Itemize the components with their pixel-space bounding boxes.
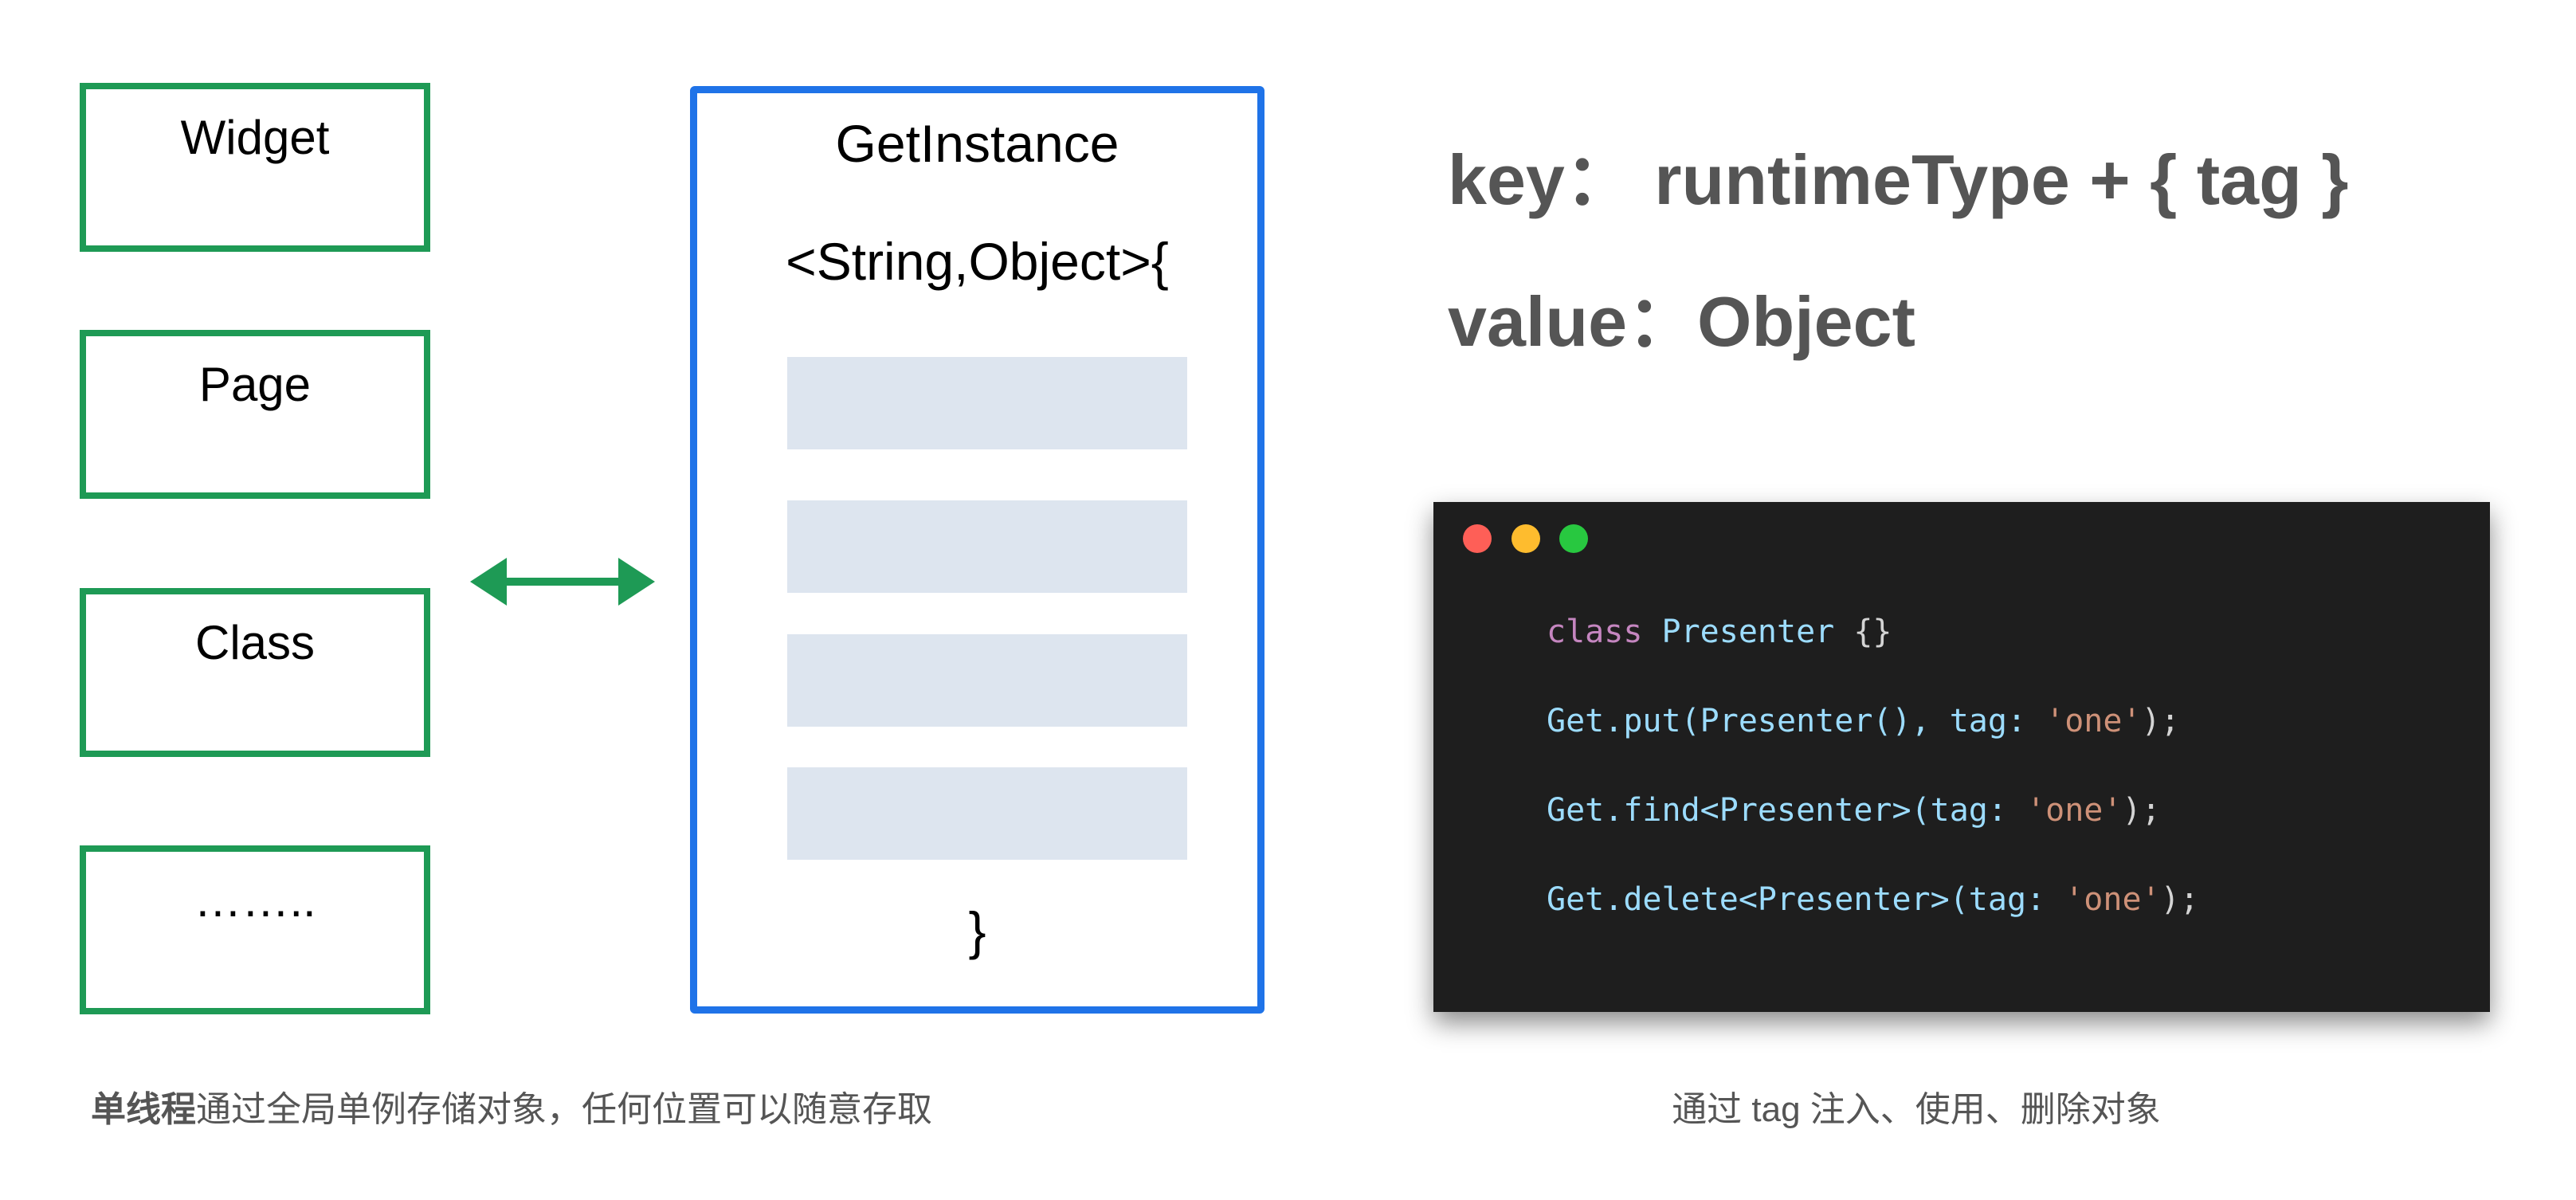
- container-generic: <String,Object>{: [786, 232, 1169, 291]
- diagram: Widget Page Class …….. GetInstance <Stri…: [0, 0, 2576, 1200]
- code-token: Get.put(Presenter(), tag:: [1547, 703, 2046, 739]
- class-box: Class: [80, 588, 430, 757]
- maximize-dot-icon: [1559, 524, 1588, 553]
- code-token: );: [2122, 792, 2161, 829]
- map-slot: [787, 500, 1187, 593]
- code-token: );: [2141, 703, 2180, 739]
- page-box: Page: [80, 330, 430, 499]
- box-label: Class: [194, 616, 316, 669]
- key-line: key： runtimeType + { tag }: [1448, 124, 2349, 225]
- minimize-dot-icon: [1511, 524, 1540, 553]
- caption-bold: 单线程: [91, 1090, 196, 1129]
- box-label: Page: [198, 358, 312, 411]
- code-token: Get.delete<Presenter>(tag:: [1547, 881, 2065, 918]
- box-label: ……..: [194, 873, 316, 927]
- code-token: Presenter: [1661, 614, 1854, 650]
- container-title: GetInstance: [835, 114, 1119, 173]
- code-token: {}: [1853, 614, 1892, 650]
- value-value: Object: [1697, 282, 1915, 361]
- code-line: Get.put(Presenter(), tag: 'one');: [1547, 703, 2180, 739]
- right-caption: 通过 tag 注入、使用、删除对象: [1672, 1090, 2161, 1129]
- widget-box: Widget: [80, 83, 430, 252]
- value-label: value：: [1448, 282, 1698, 361]
- code-window: class Presenter {} Get.put(Presenter(), t…: [1433, 502, 2490, 1012]
- code-token: Get.find<Presenter>(tag:: [1547, 792, 2027, 829]
- container-close: }: [968, 901, 986, 960]
- code-token: 'one': [2045, 703, 2142, 739]
- key-label: key：: [1448, 140, 1635, 219]
- map-slot: [787, 767, 1187, 860]
- more-box: ……..: [80, 845, 430, 1014]
- double-arrow-icon: [470, 558, 655, 606]
- code-token: 'one': [2026, 792, 2123, 829]
- code-line: Get.delete<Presenter>(tag: 'one');: [1547, 881, 2199, 918]
- map-slot: [787, 357, 1187, 449]
- code-line: class Presenter {}: [1547, 614, 1892, 650]
- code-token: );: [2160, 881, 2199, 918]
- left-caption: 单线程通过全局单例存储对象，任何位置可以随意存取: [91, 1080, 932, 1131]
- map-slot: [787, 634, 1187, 727]
- caption-rest: 通过全局单例存储对象，任何位置可以随意存取: [196, 1090, 932, 1129]
- code-line: Get.find<Presenter>(tag: 'one');: [1547, 792, 2161, 829]
- box-label: Widget: [180, 111, 330, 164]
- key-value: runtimeType + { tag }: [1654, 140, 2349, 219]
- close-dot-icon: [1463, 524, 1492, 553]
- value-line: value：Object: [1448, 265, 1915, 367]
- code-token: 'one': [2064, 881, 2161, 918]
- code-token: class: [1547, 614, 1662, 650]
